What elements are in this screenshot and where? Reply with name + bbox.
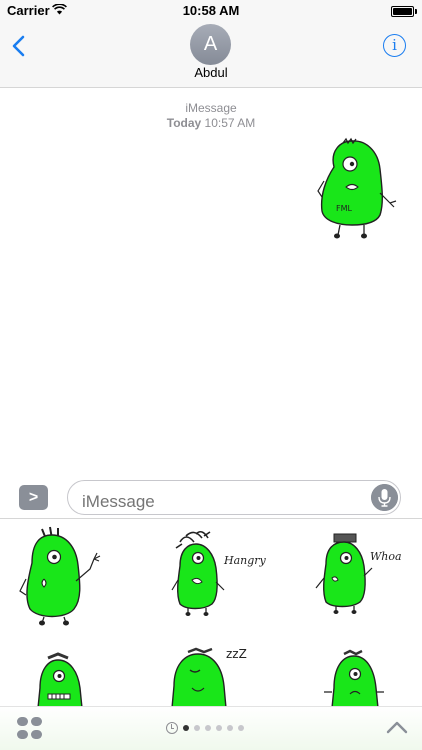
status-bar: Carrier 10:58 AM <box>0 0 422 22</box>
compose-bar: > <box>0 477 422 519</box>
sticker-whoa-caption: Whoa <box>370 550 402 563</box>
recents-clock-icon[interactable] <box>166 722 178 734</box>
page-dot[interactable] <box>216 725 222 731</box>
message-input[interactable] <box>67 480 401 515</box>
clock: 10:58 AM <box>182 3 240 18</box>
page-indicator[interactable] <box>166 721 244 735</box>
sticker-teeth[interactable] <box>30 648 90 706</box>
sticker-drawer[interactable]: Hangry Whoa zzZ <box>0 520 422 706</box>
date-time-label: Today 10:57 AM <box>0 116 422 131</box>
sent-sticker-caption: FML <box>336 204 353 213</box>
sticker-whoa[interactable]: Whoa <box>310 528 414 618</box>
sent-sticker-fml[interactable]: FML <box>316 137 398 241</box>
apps-toggle-button[interactable]: > <box>19 485 48 510</box>
service-label: iMessage <box>185 101 237 115</box>
microphone-button[interactable] <box>371 484 398 511</box>
date-label: Today <box>166 116 202 130</box>
back-button[interactable] <box>10 34 30 58</box>
sticker-sleepy[interactable]: zzZ <box>164 640 264 706</box>
app-drawer-grid-icon[interactable] <box>17 717 42 739</box>
sticker-sad[interactable] <box>322 648 388 706</box>
sticker-hangry-caption: Hangry <box>223 554 267 567</box>
info-button[interactable]: i <box>383 34 406 57</box>
expand-chevron-up-icon[interactable] <box>386 720 408 734</box>
page-dot[interactable] <box>205 725 211 731</box>
sticker-hangry[interactable]: Hangry <box>166 528 270 618</box>
contact-name[interactable]: Abdul <box>0 65 422 80</box>
time-label: 10:57 AM <box>204 116 256 130</box>
page-dot[interactable] <box>227 725 233 731</box>
page-dot[interactable] <box>194 725 200 731</box>
conversation-timestamp: iMessage Today 10:57 AM <box>0 101 422 131</box>
page-dot[interactable] <box>238 725 244 731</box>
battery-tip <box>415 9 417 14</box>
sticker-sleepy-caption: zzZ <box>226 647 247 661</box>
battery-icon <box>391 6 414 17</box>
drawer-bar <box>0 706 422 750</box>
sticker-waving[interactable] <box>18 523 110 627</box>
conversation-header: A Abdul i <box>0 22 422 88</box>
contact-avatar[interactable]: A <box>190 24 231 65</box>
page-dot-active[interactable] <box>183 725 189 731</box>
